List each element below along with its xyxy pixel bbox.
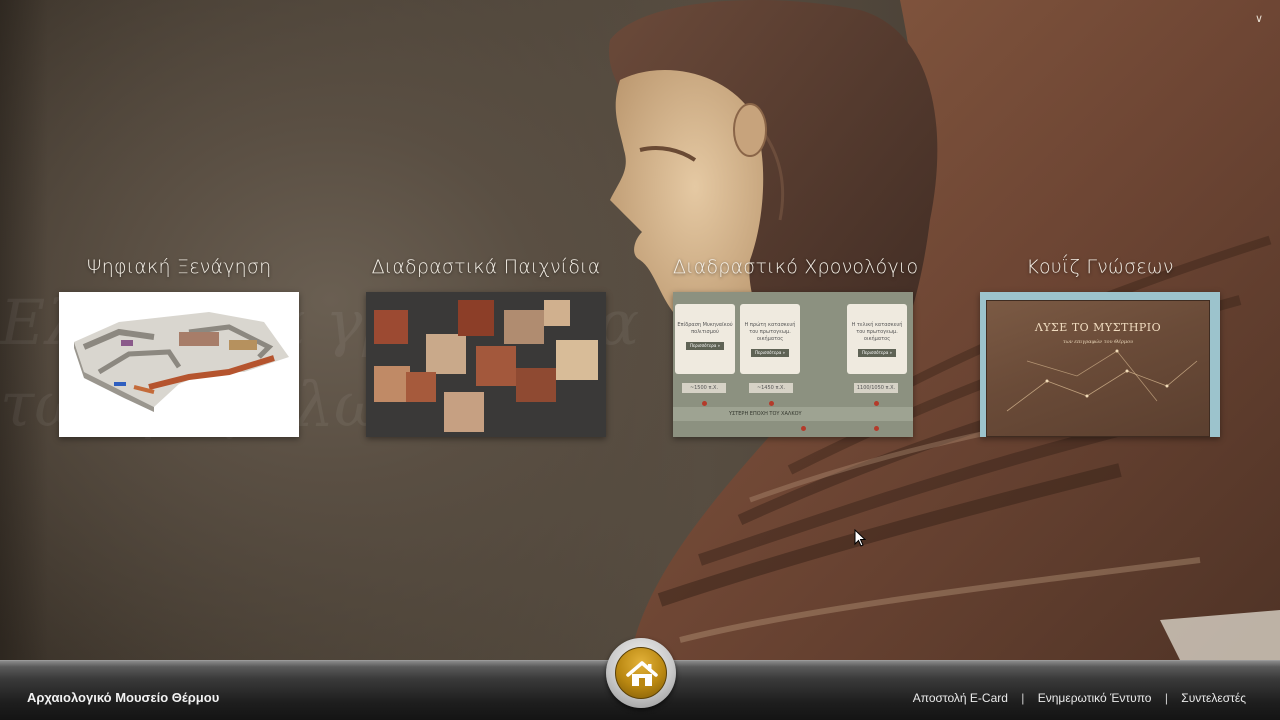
timeline-dot <box>702 401 707 406</box>
timeline-dot <box>801 426 806 431</box>
tile-title: Διαδραστικό Χρονολόγιο <box>673 256 919 278</box>
timeline-card-text: Η πρώτη κατασκευή του πρωτογεωμ. οικήματ… <box>744 322 796 342</box>
timeline-dot <box>874 401 879 406</box>
timeline-card: Η πρώτη κατασκευή του πρωτογεωμ. οικήματ… <box>740 304 800 374</box>
tile-knowledge-quiz[interactable]: Κουΐζ Γνώσεων ΛΥΣΕ ΤΟ ΜΥΣΤΗΡΙΟ των επιγρ… <box>980 256 1220 437</box>
timeline-card-text: Η τελική κατασκευή του πρωτογεωμ. οικήμα… <box>851 322 903 342</box>
timeline-card-text: Επίδραση Μυκηναϊκού πολιτισμού <box>677 322 733 335</box>
timeline-era-label: ΥΣΤΕΡΗ ΕΠΟΧΗ ΤΟΥ ΧΑΛΚΟΥ <box>729 411 802 417</box>
footer-link-credits[interactable]: Συντελεστές <box>1181 691 1246 705</box>
timeline-date: ~1500 π.Χ. <box>682 383 726 393</box>
timeline-card-button: Περισσότερα » <box>686 342 724 350</box>
tile-interactive-timeline[interactable]: Διαδραστικό Χρονολόγιο Επίδραση Μυκηναϊκ… <box>673 256 919 437</box>
tile-digital-tour[interactable]: Ψηφιακή Ξενάγηση <box>59 256 299 437</box>
floorplan-3d-icon <box>74 312 289 412</box>
footer-separator: | <box>1164 691 1168 705</box>
constellation-lines-icon <box>1006 349 1198 412</box>
timeline-card-button: Περισσότερα » <box>858 349 896 357</box>
timeline-era-band: ΥΣΤΕΡΗ ΕΠΟΧΗ ΤΟΥ ΧΑΛΚΟΥ <box>673 407 913 421</box>
quiz-thumbnail[interactable]: ΛΥΣΕ ΤΟ ΜΥΣΤΗΡΙΟ των επιγραφών του Θέρμο… <box>980 292 1220 437</box>
footer-link-ecard[interactable]: Αποστολή E-Card <box>913 691 1008 705</box>
jigsaw-puzzle-icon <box>374 300 598 432</box>
jigsaw-puzzle-thumbnail[interactable] <box>366 292 606 437</box>
footer-museum-title: Αρχαιολογικό Μουσείο Θέρμου <box>27 690 220 705</box>
timeline-card: Επίδραση Μυκηναϊκού πολιτισμού Περισσότε… <box>675 304 735 374</box>
museum-floorplan-thumbnail[interactable] <box>59 292 299 437</box>
home-button[interactable] <box>606 638 676 708</box>
footer-separator: | <box>1021 691 1025 705</box>
timeline-card: Η τελική κατασκευή του πρωτογεωμ. οικήμα… <box>847 304 907 374</box>
timeline-card-button: Περισσότερα » <box>751 349 789 357</box>
footer-link-brochure[interactable]: Ενημερωτικό Έντυπο <box>1038 691 1152 705</box>
timeline-date: 1100/1050 π.Χ. <box>854 383 898 393</box>
tile-title: Κουΐζ Γνώσεων <box>1026 256 1174 278</box>
tile-interactive-games[interactable]: Διαδραστικά Παιχνίδια <box>366 256 606 437</box>
tile-title: Διαδραστικά Παιχνίδια <box>371 256 601 278</box>
chevron-down-icon[interactable]: ∨ <box>1252 12 1266 26</box>
timeline-date: ~1450 π.Χ. <box>749 383 793 393</box>
home-button-inner <box>615 647 667 699</box>
timeline-dot <box>874 426 879 431</box>
timeline-thumbnail[interactable]: Επίδραση Μυκηναϊκού πολιτισμού Περισσότε… <box>673 292 913 437</box>
quiz-mystery-panel: ΛΥΣΕ ΤΟ ΜΥΣΤΗΡΙΟ των επιγραφών του Θέρμο… <box>986 300 1210 437</box>
footer-links: Αποστολή E-Card | Ενημερωτικό Έντυπο | Σ… <box>913 691 1246 705</box>
tile-title: Ψηφιακή Ξενάγηση <box>86 256 272 278</box>
home-icon <box>626 661 658 686</box>
timeline-dot <box>769 401 774 406</box>
mouse-cursor-icon <box>854 529 866 547</box>
